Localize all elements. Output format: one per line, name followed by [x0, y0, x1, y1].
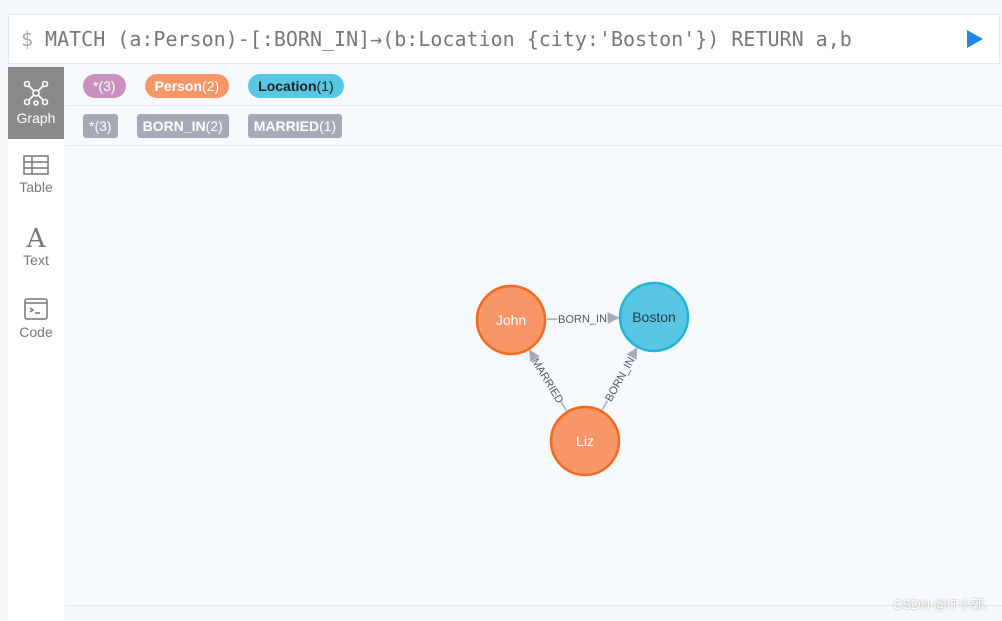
node-caption: Boston — [632, 309, 676, 325]
watermark: CSDN @IT小郭. — [893, 597, 988, 612]
view-tab-label: Table — [19, 179, 53, 195]
view-tab-label: Text — [23, 252, 49, 268]
graph-icon — [23, 80, 49, 106]
prompt-symbol: $ — [21, 27, 34, 51]
view-tab-table[interactable]: Table — [8, 139, 64, 211]
node-caption: Liz — [576, 433, 594, 449]
query-text[interactable]: MATCH (a:Person)-[:BORN_IN]→(b:Location … — [45, 27, 967, 51]
table-icon — [23, 155, 49, 175]
relationship-label: BORN_IN — [603, 355, 637, 404]
graph-canvas[interactable]: BORN_IN MARRIED BORN_IN John Boston Liz — [65, 67, 1002, 605]
code-icon — [24, 298, 48, 320]
view-tab-label: Code — [19, 324, 53, 340]
view-tab-text[interactable]: A Text — [8, 211, 64, 283]
relationship-label: MARRIED — [529, 356, 566, 406]
text-icon: A — [26, 224, 46, 254]
relationship-label: BORN_IN — [558, 313, 607, 326]
view-tab-code[interactable]: Code — [8, 283, 64, 355]
node-caption: John — [496, 312, 526, 328]
view-tab-label: Graph — [16, 110, 56, 126]
run-query-button[interactable] — [967, 30, 983, 48]
view-tab-graph[interactable]: Graph — [8, 67, 64, 139]
query-editor[interactable]: $ MATCH (a:Person)-[:BORN_IN]→(b:Locatio… — [8, 14, 1000, 64]
view-sidebar: Graph Table A Text Code — [8, 67, 64, 621]
graph-panel: * (3) Person (2) Location (1) * (3) BORN_IN(… — [65, 67, 1002, 606]
